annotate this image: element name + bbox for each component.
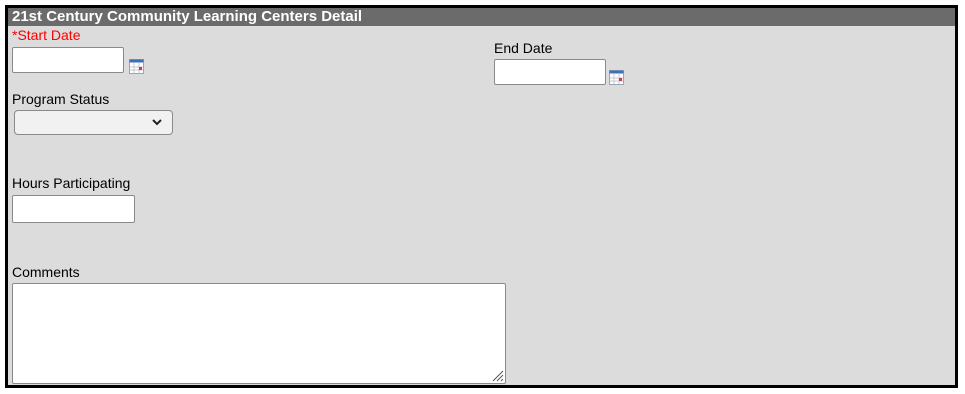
detail-panel: 21st Century Community Learning Centers … <box>8 8 955 385</box>
end-date-input[interactable] <box>494 59 606 85</box>
panel-title: 21st Century Community Learning Centers … <box>12 8 363 25</box>
comments-textarea[interactable] <box>12 283 506 384</box>
hours-participating-label: Hours Participating <box>12 175 131 191</box>
program-status-select[interactable] <box>14 110 173 135</box>
program-status-label: Program Status <box>12 91 110 107</box>
window-frame: 21st Century Community Learning Centers … <box>5 5 958 388</box>
end-date-calendar-icon[interactable] <box>609 70 624 85</box>
end-date-label: End Date <box>494 40 553 56</box>
hours-participating-input[interactable] <box>12 195 135 223</box>
chevron-down-icon <box>152 119 162 126</box>
panel-header: 21st Century Community Learning Centers … <box>8 8 955 26</box>
comments-label: Comments <box>12 264 80 280</box>
start-date-label: *Start Date <box>12 27 81 43</box>
start-date-calendar-icon[interactable] <box>129 59 144 74</box>
start-date-input[interactable] <box>12 47 124 73</box>
resize-grip-icon[interactable] <box>490 368 504 382</box>
